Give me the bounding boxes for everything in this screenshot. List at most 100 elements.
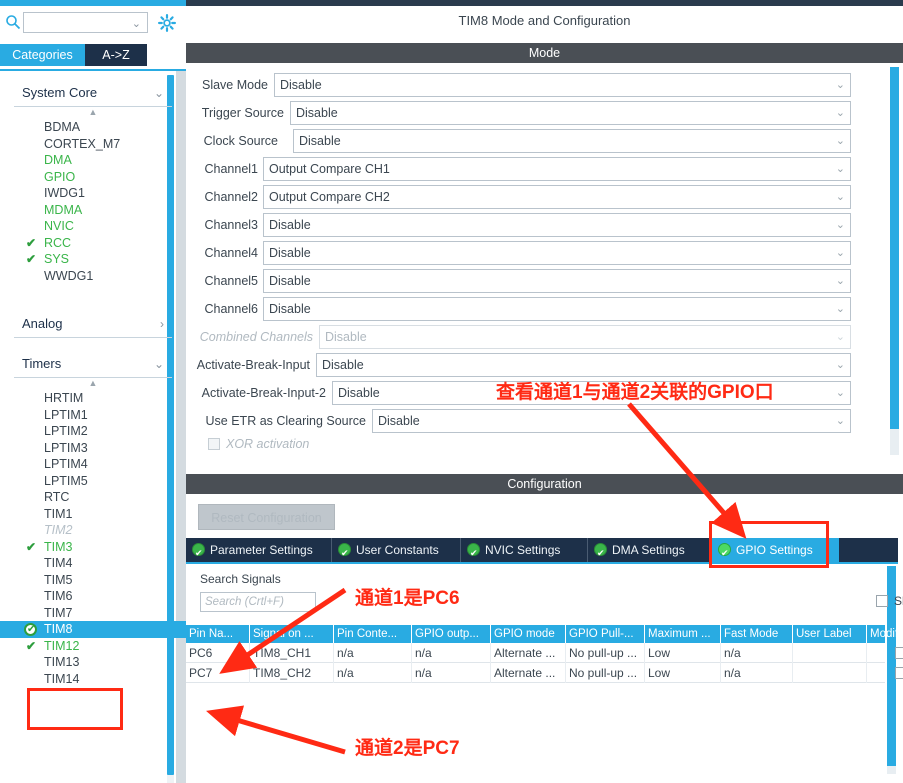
mode-row-combined-channels: Combined Channels Disable ⌄ [186,323,866,351]
sidebar-item-tim4[interactable]: TIM4 [0,555,186,572]
select-channel6[interactable]: Disable ⌄ [263,297,851,321]
select-channel5[interactable]: Disable ⌄ [263,269,851,293]
sidebar-item-dma[interactable]: DMA [0,152,186,169]
tab-a-to-z[interactable]: A->Z [85,44,147,66]
sidebar-item-tim3[interactable]: ✔ TIM3 [0,539,186,556]
sidebar-item-rtc[interactable]: RTC [0,489,186,506]
item-label: SYS [44,252,69,266]
item-label: TIM12 [44,639,79,653]
sidebar-item-rcc[interactable]: ✔RCC [0,235,186,252]
timers-items: HRTIM LPTIM1 LPTIM2 LPTIM3 LPTIM4 LPTIM5… [0,390,186,687]
select-channel3[interactable]: Disable ⌄ [263,213,851,237]
sidebar-tab-bar: Categories A->Z [0,44,186,66]
sidebar-item-sys[interactable]: ✔SYS [0,251,186,268]
sidebar-item-mdma[interactable]: MDMA [0,202,186,219]
sidebar-item-tim6[interactable]: TIM6 [0,588,186,605]
annotation-ch2-note: 通道2是PC7 [355,733,460,760]
item-label: TIM13 [44,655,79,669]
modified-checkbox[interactable] [895,647,903,659]
show-modified-pins-checkbox[interactable] [876,595,888,607]
tab-user-constants[interactable]: User Constants [332,538,461,562]
item-label: MDMA [44,203,82,217]
sidebar-item-lptim1[interactable]: LPTIM1 [0,407,186,424]
column-header-pin-name[interactable]: Pin Na... [186,625,250,643]
sidebar-item-hrtim[interactable]: HRTIM [0,390,186,407]
sidebar-item-iwdg1[interactable]: IWDG1 [0,185,186,202]
sidebar-item-bdma[interactable]: BDMA [0,119,186,136]
sidebar-item-tim2[interactable]: TIM2 [0,522,186,539]
sidebar-item-tim12[interactable]: ✔ TIM12 [0,638,186,655]
tab-label: NVIC Settings [485,543,560,557]
mode-row-channel2: Channel2 Output Compare CH2 ⌄ [186,183,866,211]
sidebar-group-analog[interactable]: Analog › [14,310,172,338]
item-label: NVIC [44,219,74,233]
reset-configuration-button[interactable]: Reset Configuration [198,504,335,530]
sidebar-item-tim14[interactable]: TIM14 [0,671,186,688]
check-circle-icon [192,543,205,556]
column-header-pin-context[interactable]: Pin Conte... [334,625,412,643]
mode-row-slave-mode: Slave Mode Disable ⌄ [186,71,866,99]
column-header-maximum[interactable]: Maximum ... [645,625,721,643]
check-icon: ✔ [26,638,36,655]
cell-modified [867,643,903,663]
sidebar-item-nvic[interactable]: NVIC [0,218,186,235]
column-header-user-label[interactable]: User Label [793,625,867,643]
table-row[interactable]: PC7 TIM8_CH2 n/a n/a Alternate ... No pu… [186,663,885,683]
sidebar-item-tim8[interactable]: TIM8 [0,621,186,638]
tab-parameter-settings[interactable]: Parameter Settings [186,538,332,562]
item-label: TIM4 [44,556,72,570]
column-header-gpio-pull[interactable]: GPIO Pull-... [566,625,645,643]
sidebar-group-timers[interactable]: Timers ⌄ [14,350,172,378]
column-header-gpio-output[interactable]: GPIO outp... [412,625,491,643]
item-label: DMA [44,153,72,167]
sidebar-item-lptim5[interactable]: LPTIM5 [0,473,186,490]
tab-nvic-settings[interactable]: NVIC Settings [461,538,588,562]
column-header-modified[interactable]: Modified [867,625,903,643]
table-header-row: Pin Na... Signal on ... Pin Conte... GPI… [186,625,885,643]
check-icon: ✔ [26,539,36,556]
sidebar-item-lptim3[interactable]: LPTIM3 [0,440,186,457]
select-use-etr-clearing-source[interactable]: Disable ⌄ [372,409,851,433]
select-channel4[interactable]: Disable ⌄ [263,241,851,265]
column-header-signal-on[interactable]: Signal on ... [250,625,334,643]
search-signals-input[interactable]: Search (Crtl+F) [200,592,316,612]
select-value: Disable [269,298,311,320]
select-channel2[interactable]: Output Compare CH2 ⌄ [263,185,851,209]
column-header-gpio-mode[interactable]: GPIO mode [491,625,566,643]
chevron-down-icon[interactable]: ⌄ [132,17,141,30]
sidebar-item-wwdg1[interactable]: WWDG1 [0,268,186,285]
gear-icon[interactable] [158,14,176,32]
search-input[interactable]: ⌄ [23,12,148,33]
sidebar-item-lptim4[interactable]: LPTIM4 [0,456,186,473]
tab-label: User Constants [356,543,439,557]
item-label: TIM3 [44,540,72,554]
select-channel1[interactable]: Output Compare CH1 ⌄ [263,157,851,181]
sidebar-item-tim5[interactable]: TIM5 [0,572,186,589]
sidebar-item-tim13[interactable]: TIM13 [0,654,186,671]
select-clock-source[interactable]: Disable ⌄ [293,129,851,153]
sidebar-item-tim7[interactable]: TIM7 [0,605,186,622]
sidebar-item-gpio[interactable]: GPIO [0,169,186,186]
cell-signal-on: TIM8_CH2 [250,663,334,683]
item-label: LPTIM4 [44,457,88,471]
select-value: Disable [378,410,420,432]
select-slave-mode[interactable]: Disable ⌄ [274,73,851,97]
table-row[interactable]: PC6 TIM8_CH1 n/a n/a Alternate ... No pu… [186,643,885,663]
scroll-up-indicator-2[interactable]: ▲ [0,378,186,390]
sidebar-group-system-core[interactable]: System Core ⌄ [14,79,172,107]
scroll-up-indicator[interactable]: ▲ [0,107,186,119]
item-label: TIM2 [44,523,72,537]
sidebar-item-cortex-m7[interactable]: CORTEX_M7 [0,136,186,153]
column-header-fast-mode[interactable]: Fast Mode [721,625,793,643]
sidebar-search-row: ⌄ [0,6,186,38]
select-trigger-source[interactable]: Disable ⌄ [290,101,851,125]
sidebar-item-lptim2[interactable]: LPTIM2 [0,423,186,440]
sidebar-item-tim1[interactable]: TIM1 [0,506,186,523]
modified-checkbox[interactable] [895,667,903,679]
tab-dma-settings[interactable]: DMA Settings [588,538,712,562]
tab-categories[interactable]: Categories [0,44,85,66]
select-value: Disable [299,130,341,152]
select-activate-break-input[interactable]: Disable ⌄ [316,353,851,377]
item-label: LPTIM1 [44,408,88,422]
mode-scrollbar-thumb[interactable] [890,67,899,429]
